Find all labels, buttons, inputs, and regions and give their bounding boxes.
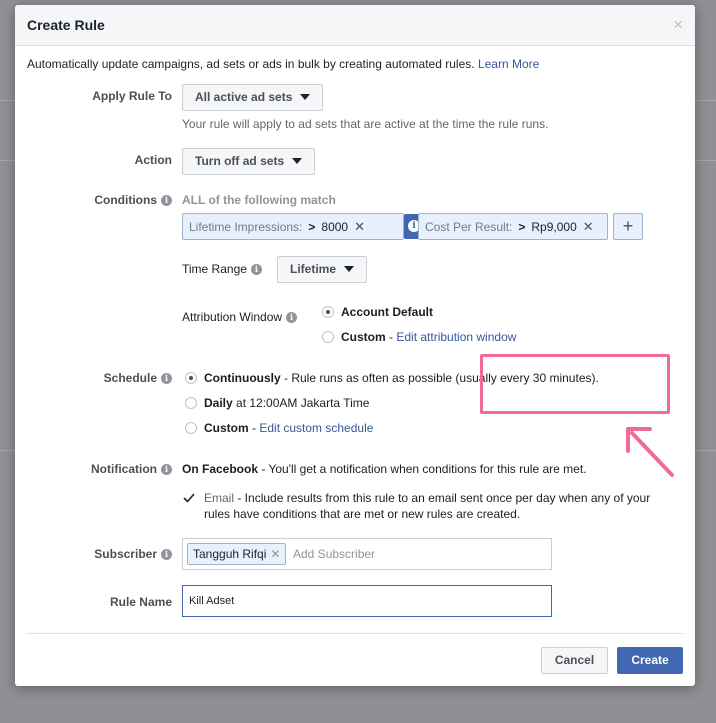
notification-facebook-label: On Facebook bbox=[182, 462, 259, 476]
caret-down-icon bbox=[344, 266, 355, 272]
add-condition-button[interactable]: + bbox=[613, 213, 643, 240]
info-icon[interactable]: i bbox=[250, 264, 262, 275]
attribution-custom-option: Custom - Edit attribution window bbox=[341, 330, 517, 344]
time-range-value: Lifetime bbox=[290, 262, 337, 276]
schedule-daily-radio[interactable] bbox=[185, 397, 197, 409]
schedule-custom-radio[interactable] bbox=[185, 422, 197, 434]
apply-rule-dropdown[interactable]: All active ad sets bbox=[182, 84, 324, 111]
caret-down-icon bbox=[300, 94, 311, 100]
schedule-label: Schedule i bbox=[104, 371, 172, 385]
condition-value: Rp9,000 bbox=[531, 220, 577, 234]
attribution-window-label: Attribution Window i bbox=[182, 310, 298, 324]
condition-operator: > bbox=[308, 220, 316, 234]
edit-attribution-window-link[interactable]: Edit attribution window bbox=[396, 330, 516, 344]
schedule-continuously-label: Continuously bbox=[204, 371, 281, 385]
email-checkbox[interactable] bbox=[182, 491, 196, 505]
subscriber-label-text: Subscriber bbox=[94, 547, 157, 561]
create-button[interactable]: Create bbox=[617, 647, 683, 674]
condition-metric: Lifetime Impressions: bbox=[189, 220, 303, 234]
intro-description: Automatically update campaigns, ad sets … bbox=[27, 57, 475, 71]
subscriber-input[interactable]: Tangguh Rifqi ✕ Add Subscriber bbox=[182, 538, 552, 570]
condition-chip-impressions[interactable]: Lifetime Impressions: >8000 ✕ bbox=[182, 213, 404, 240]
conditions-label: Conditions i bbox=[94, 193, 172, 207]
subscriber-tag-label: Tangguh Rifqi bbox=[193, 547, 267, 561]
time-range-label-text: Time Range bbox=[182, 262, 247, 276]
info-icon[interactable]: i bbox=[161, 464, 172, 475]
subscriber-tag[interactable]: Tangguh Rifqi ✕ bbox=[187, 543, 287, 565]
subscriber-label: Subscriber i bbox=[94, 547, 172, 561]
rule-name-input[interactable]: Kill Adset bbox=[182, 585, 552, 617]
notification-facebook: On Facebook - You'll get a notification … bbox=[182, 462, 587, 476]
info-icon[interactable]: i bbox=[161, 549, 172, 560]
notification-label: Notification i bbox=[91, 462, 172, 476]
remove-condition-icon[interactable]: ✕ bbox=[354, 219, 365, 234]
rule-name-value: Kill Adset bbox=[189, 595, 235, 607]
email-desc-1: - Include results from this rule to an e… bbox=[234, 491, 651, 505]
action-label: Action bbox=[134, 153, 172, 167]
attribution-custom-label: Custom bbox=[341, 330, 386, 344]
schedule-label-text: Schedule bbox=[103, 371, 157, 385]
info-icon[interactable]: i bbox=[286, 312, 298, 323]
subscriber-placeholder: Add Subscriber bbox=[293, 547, 376, 561]
footer-divider bbox=[27, 633, 683, 634]
conditions-header: ALL of the following match bbox=[182, 193, 336, 207]
annotation-arrow-icon bbox=[626, 427, 674, 477]
notification-email-line1: Email - Include results from this rule t… bbox=[204, 491, 650, 505]
schedule-custom-option: Custom - Edit custom schedule bbox=[204, 421, 373, 435]
notification-facebook-desc: - You'll get a notification when conditi… bbox=[258, 462, 587, 476]
edit-custom-schedule-link[interactable]: Edit custom schedule bbox=[259, 421, 373, 435]
info-icon[interactable]: i bbox=[161, 195, 172, 206]
annotation-highlight-box bbox=[480, 354, 670, 414]
cancel-button[interactable]: Cancel bbox=[541, 647, 608, 674]
apply-rule-label: Apply Rule To bbox=[92, 89, 172, 103]
notification-label-text: Notification bbox=[91, 462, 157, 476]
dialog-header: Create Rule × bbox=[15, 5, 695, 46]
intro-text: Automatically update campaigns, ad sets … bbox=[27, 57, 539, 71]
attribution-default-radio[interactable] bbox=[322, 306, 334, 318]
remove-subscriber-icon[interactable]: ✕ bbox=[270, 547, 280, 561]
caret-down-icon bbox=[292, 158, 303, 164]
email-label: Email bbox=[204, 491, 235, 505]
condition-chip-cost-per-result[interactable]: Cost Per Result: > Rp9,000 ✕ bbox=[418, 213, 608, 240]
apply-rule-help: Your rule will apply to ad sets that are… bbox=[182, 117, 549, 131]
schedule-continuously-radio[interactable] bbox=[185, 372, 197, 384]
condition-operator: > bbox=[518, 220, 526, 234]
action-value: Turn off ad sets bbox=[195, 154, 285, 168]
create-rule-dialog: Create Rule × Automatically update campa… bbox=[15, 5, 695, 686]
apply-rule-value: All active ad sets bbox=[195, 90, 293, 104]
learn-more-link[interactable]: Learn More bbox=[478, 57, 539, 71]
close-icon[interactable]: × bbox=[673, 15, 683, 35]
time-range-label: Time Range i bbox=[182, 262, 262, 276]
schedule-daily-label: Daily bbox=[204, 396, 233, 410]
attribution-default-label: Account Default bbox=[341, 305, 434, 319]
dialog-title: Create Rule bbox=[27, 17, 105, 33]
schedule-daily-option: Daily at 12:00AM Jakarta Time bbox=[204, 396, 369, 410]
schedule-custom-label: Custom bbox=[204, 421, 249, 435]
attribution-label-text: Attribution Window bbox=[182, 310, 283, 324]
time-range-dropdown[interactable]: Lifetime bbox=[277, 256, 368, 283]
schedule-custom-desc: - bbox=[248, 421, 260, 435]
condition-value: 8000 bbox=[321, 220, 349, 234]
attribution-custom-radio[interactable] bbox=[322, 331, 334, 343]
info-icon[interactable]: i bbox=[161, 373, 172, 384]
rule-name-label: Rule Name bbox=[109, 595, 172, 609]
condition-metric: Cost Per Result: bbox=[425, 220, 513, 234]
remove-condition-icon[interactable]: ✕ bbox=[583, 219, 594, 234]
email-desc-2: rules have conditions that are met or ne… bbox=[204, 507, 521, 521]
conditions-label-text: Conditions bbox=[94, 193, 157, 207]
action-dropdown[interactable]: Turn off ad sets bbox=[182, 148, 316, 175]
schedule-daily-desc: at 12:00AM Jakarta Time bbox=[232, 396, 370, 410]
